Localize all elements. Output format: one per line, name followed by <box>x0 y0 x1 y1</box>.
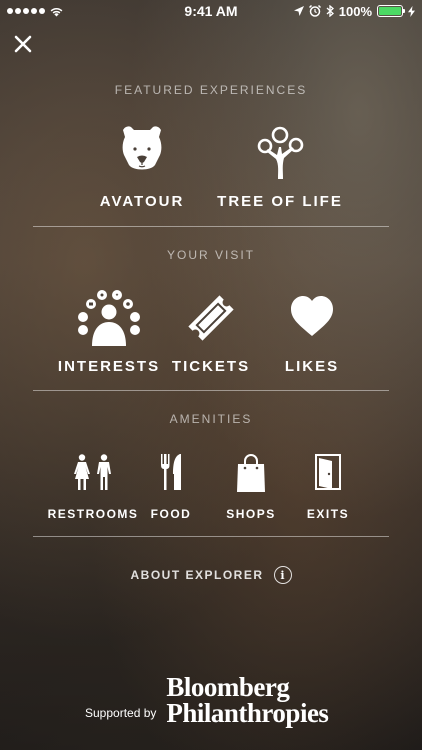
bloomberg-philanthropies-logo: Bloomberg Philanthropies <box>166 672 329 728</box>
status-bar: 9:41 AM 100% <box>0 0 422 22</box>
tree-icon <box>257 126 304 179</box>
sponsor-label: Supported by <box>85 706 157 720</box>
exit-door-icon <box>315 454 341 490</box>
featured-header: FEATURED EXPERIENCES <box>114 83 308 97</box>
visit-header: YOUR VISIT <box>166 248 255 262</box>
exits-button[interactable]: EXITS <box>304 454 352 521</box>
avatour-label: AVATOUR <box>99 193 185 210</box>
shops-button[interactable]: SHOPS <box>226 454 276 521</box>
avatour-button[interactable]: AVATOUR <box>98 125 186 210</box>
interests-icon <box>78 290 140 346</box>
status-time: 9:41 AM <box>184 3 238 19</box>
fork-knife-icon <box>161 454 181 490</box>
wifi-icon <box>50 7 63 16</box>
exits-label: EXITS <box>306 507 350 521</box>
info-icon: i <box>273 566 292 584</box>
restrooms-label: RESTROOMS <box>47 507 139 521</box>
tickets-button[interactable]: TICKETS <box>170 290 252 375</box>
close-icon[interactable] <box>12 33 34 55</box>
tree-of-life-label: TREE OF LIFE <box>217 193 343 210</box>
charging-icon <box>408 5 415 17</box>
tree-of-life-button[interactable]: TREE OF LIFE <box>217 125 341 210</box>
amenities-header: AMENITIES <box>169 412 253 426</box>
about-explorer-button[interactable]: ABOUT EXPLORER i <box>0 566 422 584</box>
interests-label: INTERESTS <box>57 358 161 375</box>
heart-icon <box>291 296 333 336</box>
divider-1 <box>33 226 389 227</box>
sponsor-block: Supported by Bloomberg Philanthropies <box>85 672 329 728</box>
battery-percent: 100% <box>338 3 372 19</box>
about-explorer-label: ABOUT EXPLORER <box>130 568 264 582</box>
shops-label: SHOPS <box>226 507 276 521</box>
restroom-icon <box>74 454 111 490</box>
divider-3 <box>33 536 389 537</box>
divider-2 <box>33 390 389 391</box>
ticket-icon <box>188 295 234 341</box>
food-button[interactable]: FOOD <box>148 454 194 521</box>
likes-label: LIKES <box>284 358 340 375</box>
interests-button[interactable]: INTERESTS <box>58 290 158 375</box>
bluetooth-icon <box>326 5 334 17</box>
logo-line-1: Bloomberg <box>166 672 290 702</box>
logo-line-2: Philanthropies <box>166 698 329 728</box>
alarm-icon <box>308 5 321 17</box>
shopping-bag-icon <box>237 454 265 492</box>
location-arrow-icon <box>293 6 304 16</box>
restrooms-button[interactable]: RESTROOMS <box>48 454 137 521</box>
status-right: 100% <box>293 3 415 19</box>
food-label: FOOD <box>150 507 192 521</box>
bear-icon <box>122 126 162 170</box>
tickets-label: TICKETS <box>171 358 251 375</box>
signal-dots <box>7 8 45 14</box>
status-left <box>7 6 64 17</box>
battery-icon <box>377 5 405 17</box>
likes-button[interactable]: LIKES <box>276 290 348 375</box>
